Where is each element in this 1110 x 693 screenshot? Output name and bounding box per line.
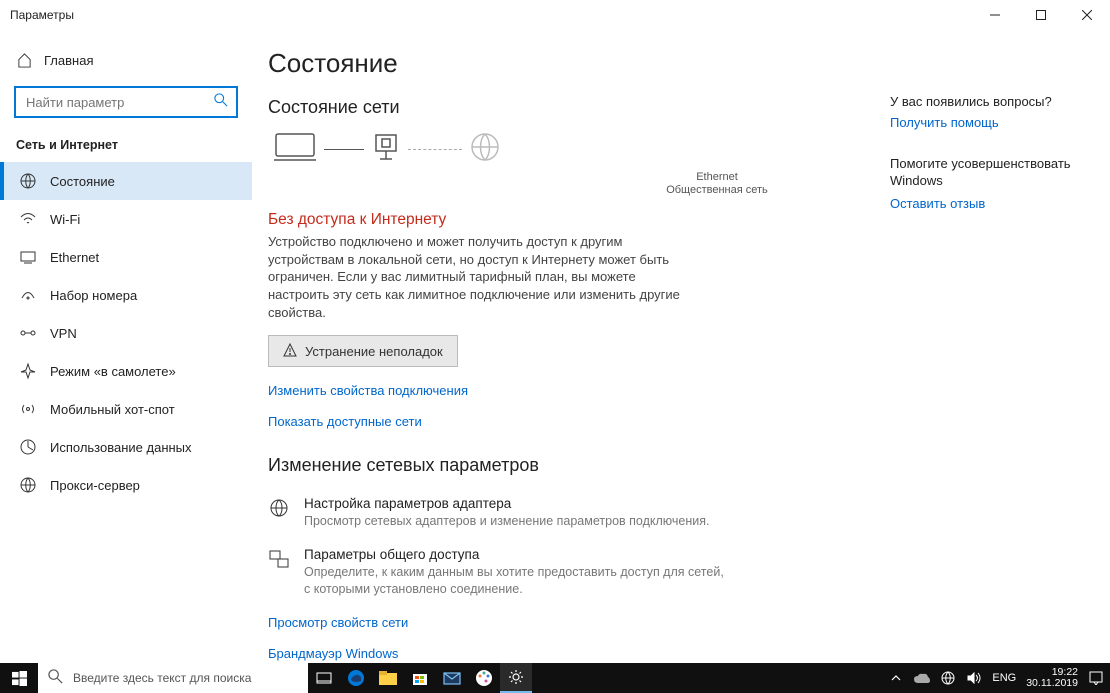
task-view-button[interactable] [308, 663, 340, 693]
ethernet-adapter-icon [372, 133, 400, 166]
section-title: Сеть и Интернет [0, 132, 252, 162]
option-title: Параметры общего доступа [304, 547, 728, 562]
sidebar: Главная Сеть и Интернет Состояние Wi-Fi … [0, 30, 252, 663]
start-button[interactable] [0, 663, 38, 693]
feedback-link[interactable]: Оставить отзыв [890, 196, 1090, 211]
solid-connection [324, 149, 364, 150]
tray-network-icon[interactable] [940, 670, 956, 686]
data-icon [20, 439, 36, 455]
taskbar-app-explorer[interactable] [372, 663, 404, 693]
tray-chevron-up-icon[interactable] [888, 670, 904, 686]
tray-date: 30.11.2019 [1026, 678, 1078, 689]
page-title: Состояние [268, 48, 1080, 79]
nav-label: Wi-Fi [50, 212, 80, 227]
sharing-options[interactable]: Параметры общего доступа Определите, к к… [268, 547, 728, 597]
sidebar-item-airplane[interactable]: Режим «в самолете» [0, 352, 252, 390]
nav-label: Прокси-сервер [50, 478, 140, 493]
troubleshoot-button[interactable]: Устранение неполадок [268, 335, 458, 367]
warning-icon [283, 343, 297, 360]
vpn-icon [20, 327, 36, 339]
home-icon [16, 53, 32, 68]
home-link[interactable]: Главная [0, 42, 252, 78]
show-networks-link[interactable]: Показать доступные сети [268, 414, 1080, 429]
sidebar-item-wifi[interactable]: Wi-Fi [0, 200, 252, 238]
taskbar-app-paint[interactable] [468, 663, 500, 693]
globe-icon [470, 132, 500, 167]
sidebar-item-datausage[interactable]: Использование данных [0, 428, 252, 466]
tray-onedrive-icon[interactable] [914, 670, 930, 686]
improve-label: Помогите усовершенствовать Windows [890, 156, 1090, 190]
sidebar-item-hotspot[interactable]: Мобильный хот-спот [0, 390, 252, 428]
error-desc: Устройство подключено и может получить д… [268, 233, 698, 321]
nav-label: Набор номера [50, 288, 137, 303]
taskbar-app-settings[interactable] [500, 663, 532, 693]
adapter-options[interactable]: Настройка параметров адаптера Просмотр с… [268, 496, 728, 529]
nav-label: Ethernet [50, 250, 99, 265]
pc-icon [274, 132, 316, 167]
sidebar-item-ethernet[interactable]: Ethernet [0, 238, 252, 276]
adapter-icon [268, 496, 290, 529]
minimize-button[interactable] [972, 0, 1018, 30]
sidebar-item-dialup[interactable]: Набор номера [0, 276, 252, 314]
taskbar: Введите здесь текст для поиска ENG 19:22… [0, 663, 1110, 693]
window-title: Параметры [10, 8, 74, 22]
sidebar-item-proxy[interactable]: Прокси-сервер [0, 466, 252, 504]
option-desc: Определите, к каким данным вы хотите пре… [304, 564, 728, 597]
search-icon [48, 669, 63, 687]
nav-label: Состояние [50, 174, 115, 189]
sharing-icon [268, 547, 290, 597]
dialup-icon [20, 290, 36, 300]
search-input[interactable] [14, 86, 238, 118]
nav-label: Использование данных [50, 440, 192, 455]
titlebar: Параметры [0, 0, 1110, 30]
troubleshoot-label: Устранение неполадок [305, 344, 443, 359]
tray-notifications-icon[interactable] [1088, 670, 1104, 686]
home-label: Главная [44, 53, 93, 68]
change-settings-heading: Изменение сетевых параметров [268, 455, 1080, 476]
search-field[interactable] [24, 94, 214, 111]
option-title: Настройка параметров адаптера [304, 496, 709, 511]
airplane-icon [20, 363, 36, 379]
taskbar-app-mail[interactable] [436, 663, 468, 693]
search-icon [214, 93, 228, 112]
option-desc: Просмотр сетевых адаптеров и изменение п… [304, 513, 709, 529]
nav-label: VPN [50, 326, 77, 341]
sidebar-item-status[interactable]: Состояние [0, 162, 252, 200]
hotspot-icon [20, 402, 36, 416]
get-help-link[interactable]: Получить помощь [890, 115, 1090, 130]
ethernet-icon [20, 251, 36, 264]
dashed-connection [408, 149, 462, 150]
status-icon [20, 173, 36, 189]
wifi-icon [20, 212, 36, 226]
proxy-icon [20, 477, 36, 493]
change-properties-link[interactable]: Изменить свойства подключения [268, 383, 1080, 398]
taskbar-search-placeholder: Введите здесь текст для поиска [73, 671, 251, 685]
close-button[interactable] [1064, 0, 1110, 30]
tray-language[interactable]: ENG [992, 672, 1016, 684]
taskbar-app-edge[interactable] [340, 663, 372, 693]
nav-label: Режим «в самолете» [50, 364, 176, 379]
tray-volume-icon[interactable] [966, 670, 982, 686]
tray-clock[interactable]: 19:22 30.11.2019 [1026, 667, 1078, 689]
nav-label: Мобильный хот-спот [50, 402, 175, 417]
taskbar-search[interactable]: Введите здесь текст для поиска [38, 663, 308, 693]
questions-label: У вас появились вопросы? [890, 94, 1090, 109]
taskbar-app-store[interactable] [404, 663, 436, 693]
firewall-link[interactable]: Брандмауэр Windows [268, 646, 1080, 661]
network-props-link[interactable]: Просмотр свойств сети [268, 615, 1080, 630]
help-panel: У вас появились вопросы? Получить помощь… [890, 94, 1090, 237]
maximize-button[interactable] [1018, 0, 1064, 30]
sidebar-item-vpn[interactable]: VPN [0, 314, 252, 352]
system-tray: ENG 19:22 30.11.2019 [888, 663, 1104, 693]
content: Состояние Состояние сети Ethernet Общест… [252, 30, 1110, 663]
